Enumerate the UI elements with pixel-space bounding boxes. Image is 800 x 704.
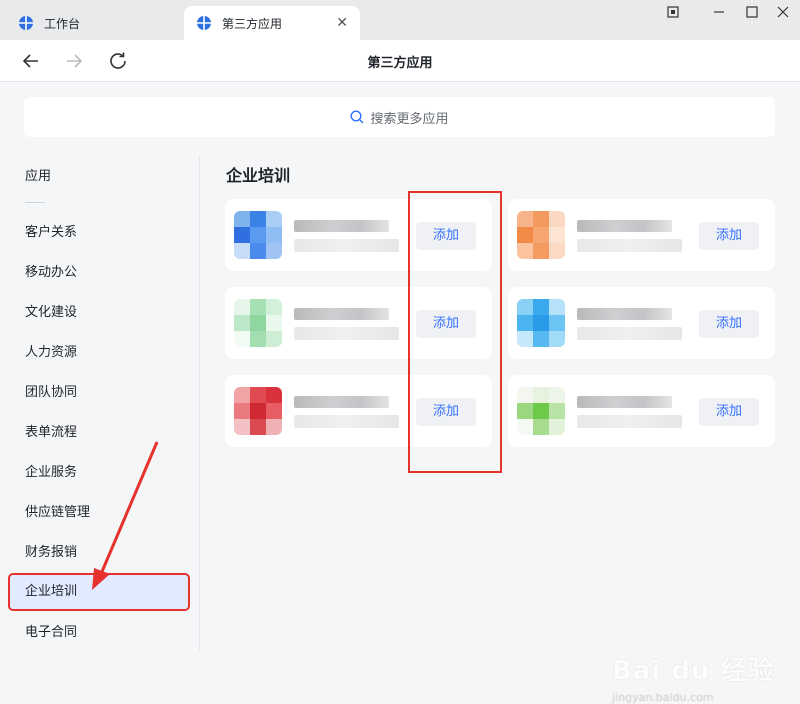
app-card[interactable]: 添加 (508, 199, 775, 271)
main-content: 搜索更多应用 应用 客户关系 移动办公 文化建设 人力资源 团队协同 表单流程 … (0, 82, 800, 704)
blurred-app-description (294, 239, 399, 252)
app-globe-icon (19, 16, 33, 30)
tab-bar: 工作台 第三方应用 ✕ (0, 0, 800, 40)
blurred-app-name (577, 220, 672, 232)
app-card[interactable]: 添加 (508, 375, 775, 447)
blurred-app-description (577, 327, 682, 340)
sidebar-item-hr[interactable]: 人力资源 (10, 336, 188, 370)
nav-bar: 第三方应用 (0, 40, 800, 82)
blurred-app-description (294, 415, 399, 428)
blurred-app-description (294, 327, 399, 340)
add-button[interactable]: 添加 (699, 398, 759, 426)
sidebar-item-culture[interactable]: 文化建设 (10, 296, 188, 330)
blurred-app-description (577, 239, 682, 252)
sidebar-divider (25, 202, 45, 203)
close-icon[interactable]: ✕ (336, 15, 348, 31)
search-placeholder: 搜索更多应用 (370, 111, 449, 127)
sidebar-item-crm[interactable]: 客户关系 (10, 216, 188, 250)
minimize-icon[interactable] (704, 5, 734, 19)
app-logo-icon (517, 299, 565, 347)
app-card[interactable]: 添加 (508, 287, 775, 359)
sidebar-header-apps: 应用 (25, 169, 52, 184)
section-title: 企业培训 (226, 166, 291, 185)
tab-workbench[interactable]: 工作台 (0, 6, 182, 40)
blurred-app-name (294, 396, 389, 408)
sidebar-item-forms[interactable]: 表单流程 (10, 416, 188, 450)
blurred-app-name (577, 396, 672, 408)
tab-label: 第三方应用 (222, 16, 283, 31)
app-logo-icon (517, 387, 565, 435)
app-logo-icon (517, 211, 565, 259)
app-logo-icon (234, 299, 282, 347)
add-button[interactable]: 添加 (699, 222, 759, 250)
sidebar-item-supply-chain[interactable]: 供应链管理 (10, 496, 188, 530)
category-sidebar: 应用 客户关系 移动办公 文化建设 人力资源 团队协同 表单流程 企业服务 供应… (0, 157, 200, 650)
blurred-app-name (294, 308, 389, 320)
sidebar-item-mobile-office[interactable]: 移动办公 (10, 256, 188, 290)
maximize-icon[interactable] (737, 5, 767, 19)
tab-third-party-apps[interactable]: 第三方应用 ✕ (184, 6, 360, 40)
watermark-url: jingyan.baidu.com (612, 691, 714, 704)
blurred-app-description (577, 415, 682, 428)
blurred-app-name (577, 308, 672, 320)
sidebar-item-finance[interactable]: 财务报销 (10, 536, 188, 570)
app-logo-icon (234, 211, 282, 259)
blurred-app-name (294, 220, 389, 232)
add-button[interactable]: 添加 (699, 310, 759, 338)
watermark: Bai du 经验 jingyan.baidu.com (612, 650, 775, 704)
sidebar-item-enterprise-service[interactable]: 企业服务 (10, 456, 188, 490)
app-globe-icon (197, 16, 211, 30)
tab-label: 工作台 (44, 16, 81, 31)
watermark-brand: Bai du 经验 (612, 656, 775, 686)
search-bar[interactable]: 搜索更多应用 (24, 97, 775, 137)
sidebar-item-e-contract[interactable]: 电子合同 (10, 616, 188, 650)
sidebar-item-team[interactable]: 团队协同 (10, 376, 188, 410)
highlight-box-add-buttons (408, 191, 502, 473)
pin-window-icon[interactable] (658, 5, 688, 19)
search-icon (350, 110, 364, 124)
page-title: 第三方应用 (367, 56, 433, 71)
window-close-icon[interactable] (768, 5, 798, 19)
sidebar-item-training[interactable]: 企业培训 (8, 573, 190, 611)
app-logo-icon (234, 387, 282, 435)
